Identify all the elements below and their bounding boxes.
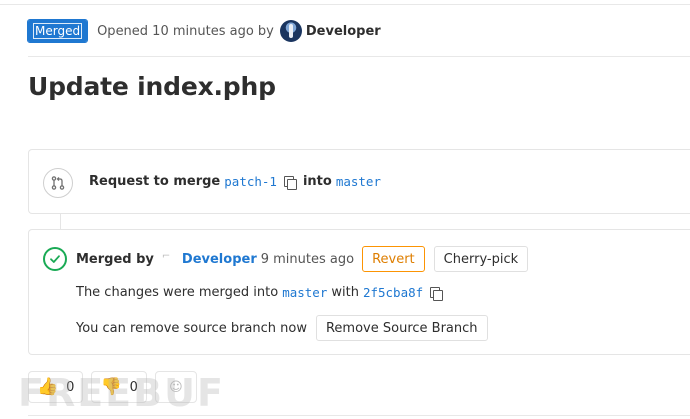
- avatar[interactable]: [279, 20, 302, 42]
- revert-button[interactable]: Revert: [362, 246, 425, 272]
- into-label: into: [302, 174, 332, 189]
- merged-by-row: Merged by ⌐ Developer 9 minutes ago Reve…: [76, 246, 529, 272]
- thumbs-down-icon: 👎: [100, 376, 122, 397]
- remove-source-branch-button[interactable]: Remove Source Branch: [315, 315, 488, 341]
- thumbs-down-count: 0: [129, 379, 138, 395]
- bottom-divider: [28, 415, 690, 416]
- opened-text: Opened 10 minutes ago by: [97, 23, 274, 39]
- target-branch-link[interactable]: master: [282, 285, 327, 300]
- remove-branch-row: You can remove source branch now Remove …: [76, 315, 488, 341]
- avatar[interactable]: ⌐: [162, 252, 176, 266]
- page-title: Update index.php: [28, 72, 276, 101]
- target-branch-link[interactable]: master: [336, 174, 381, 189]
- thumbs-down-award[interactable]: 👎 0: [91, 371, 147, 403]
- mr-header: Merged Opened 10 minutes ago by Develope…: [26, 19, 381, 43]
- header-divider: [28, 56, 690, 57]
- merged-commit-row: The changes were merged into master with…: [76, 285, 449, 301]
- merged-author-link[interactable]: Developer: [182, 252, 257, 267]
- commit-sha-link[interactable]: 2f5cba8f: [363, 285, 423, 300]
- merged-by-label: Merged by: [76, 251, 154, 267]
- request-prefix: Request to merge: [89, 174, 221, 189]
- widget-connector: [60, 214, 61, 229]
- merge-request-icon: [43, 168, 73, 198]
- thumbs-up-award[interactable]: 👍 0: [28, 371, 84, 403]
- thumbs-up-count: 0: [66, 379, 75, 395]
- merge-request-summary: Request to merge patch-1 into master: [89, 174, 381, 190]
- source-branch-link[interactable]: patch-1: [224, 174, 277, 189]
- remove-branch-text: You can remove source branch now: [76, 320, 307, 336]
- with-label: with: [331, 285, 359, 300]
- add-reaction-button[interactable]: ☺: [154, 371, 197, 403]
- smiley-icon: ☺: [169, 379, 183, 395]
- status-badge: Merged: [26, 19, 89, 43]
- thumbs-up-icon: 👍: [37, 376, 59, 397]
- merge-request-widget: Request to merge patch-1 into master: [28, 149, 690, 214]
- changes-text: The changes were merged into: [76, 285, 279, 300]
- author-link[interactable]: Developer: [306, 24, 381, 39]
- merged-time: 9 minutes ago: [260, 251, 355, 267]
- award-emoji-bar: 👍 0 👎 0 ☺: [28, 371, 205, 403]
- copy-icon[interactable]: [283, 175, 297, 190]
- check-circle-icon: [43, 247, 67, 271]
- cherry-pick-button[interactable]: Cherry-pick: [433, 246, 529, 272]
- merged-widget: Merged by ⌐ Developer 9 minutes ago Reve…: [28, 229, 690, 355]
- copy-icon[interactable]: [429, 286, 444, 301]
- top-divider: [0, 4, 690, 5]
